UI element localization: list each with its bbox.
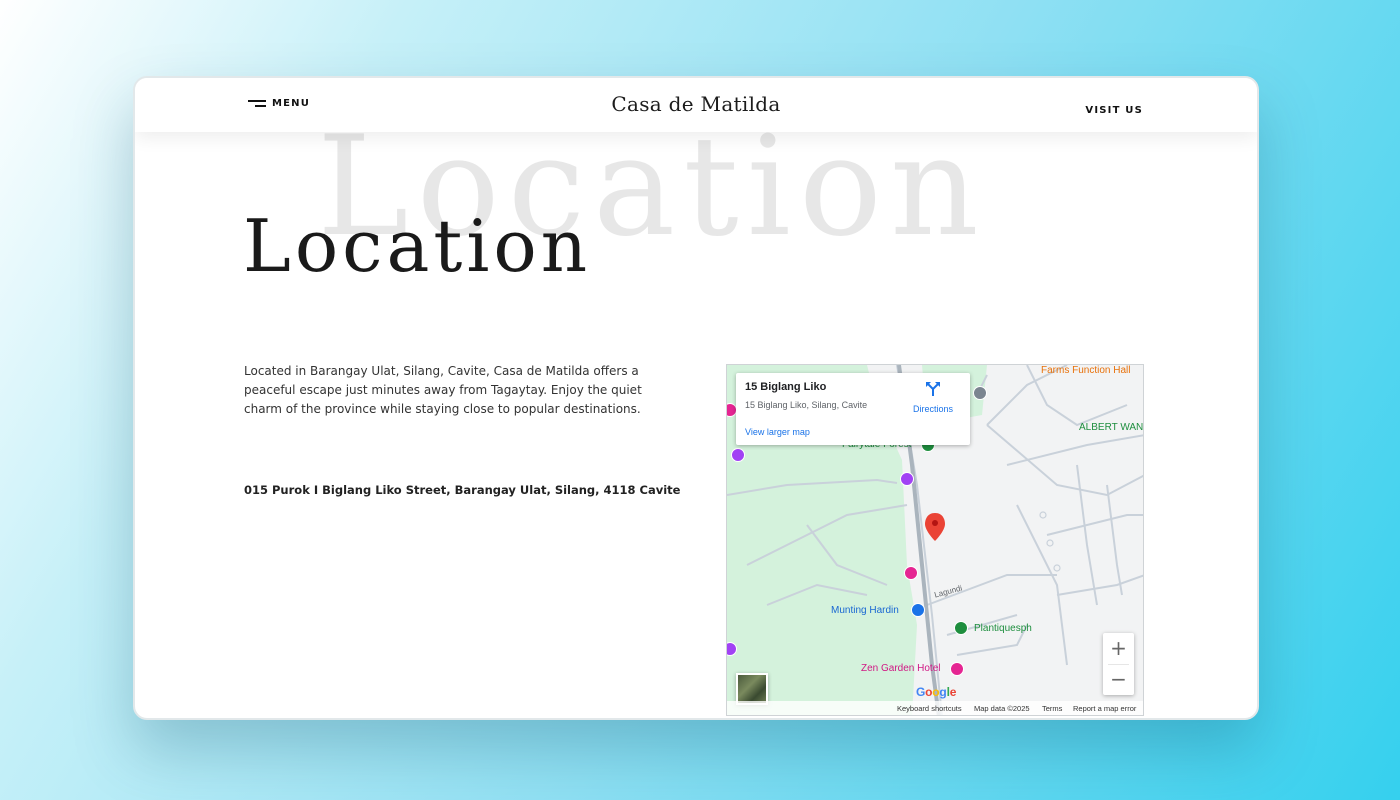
- street-address: 015 Purok I Biglang Liko Street, Baranga…: [244, 483, 681, 497]
- report-map-error-link[interactable]: Report a map error: [1073, 704, 1136, 713]
- poi-marker-icon[interactable]: [973, 386, 987, 400]
- place-name: 15 Biglang Liko: [745, 381, 827, 393]
- activity-poi-icon[interactable]: [904, 566, 918, 580]
- keyboard-shortcuts-link[interactable]: Keyboard shortcuts: [897, 704, 962, 713]
- map-label-munting-hardin[interactable]: Munting Hardin: [831, 605, 899, 616]
- place-info-card: 15 Biglang Liko 15 Biglang Liko, Silang,…: [736, 373, 970, 445]
- directions-icon: [926, 382, 940, 396]
- map-attribution-bar: Keyboard shortcuts Map data ©2025 Terms …: [727, 701, 1143, 715]
- map-label-plantiquesph[interactable]: Plantiquesph: [974, 623, 1032, 634]
- visit-us-button[interactable]: VISIT US: [1085, 100, 1143, 118]
- store-poi-icon[interactable]: [911, 603, 925, 617]
- garden-poi-icon[interactable]: [954, 621, 968, 635]
- terms-link[interactable]: Terms: [1042, 704, 1062, 713]
- map-label-albert-wan: ALBERT WAN: [1079, 422, 1144, 433]
- zoom-controls: + −: [1103, 633, 1134, 695]
- view-larger-map-link[interactable]: View larger map: [745, 427, 810, 437]
- visit-us-label: VISIT US: [1085, 105, 1143, 116]
- top-navigation: MENU Casa de Matilda VISIT US: [135, 78, 1257, 132]
- page-title: Location: [243, 204, 592, 288]
- embedded-map[interactable]: 15 Biglang Liko 15 Biglang Liko, Silang,…: [726, 364, 1144, 716]
- map-data-text: Map data ©2025: [974, 704, 1030, 713]
- directions-button[interactable]: Directions: [908, 381, 958, 414]
- location-pin-icon[interactable]: [925, 513, 945, 541]
- zoom-out-button[interactable]: −: [1103, 664, 1134, 695]
- place-address: 15 Biglang Liko, Silang, Cavite: [745, 400, 868, 410]
- zoom-in-button[interactable]: +: [1103, 633, 1134, 664]
- browser-frame: MENU Casa de Matilda VISIT US Location L…: [133, 76, 1259, 720]
- map-label-zen-garden-hotel[interactable]: Zen Garden Hotel: [861, 663, 941, 674]
- directions-label: Directions: [912, 404, 953, 414]
- shopping-poi-icon[interactable]: [731, 448, 745, 462]
- hotel-poi-icon[interactable]: [950, 662, 964, 676]
- google-logo: Google: [916, 685, 957, 699]
- shopping-poi-icon[interactable]: [900, 472, 914, 486]
- map-label-farms-function-hall[interactable]: Farms Function Hall: [1041, 365, 1130, 376]
- location-description: Located in Barangay Ulat, Silang, Cavite…: [244, 364, 642, 416]
